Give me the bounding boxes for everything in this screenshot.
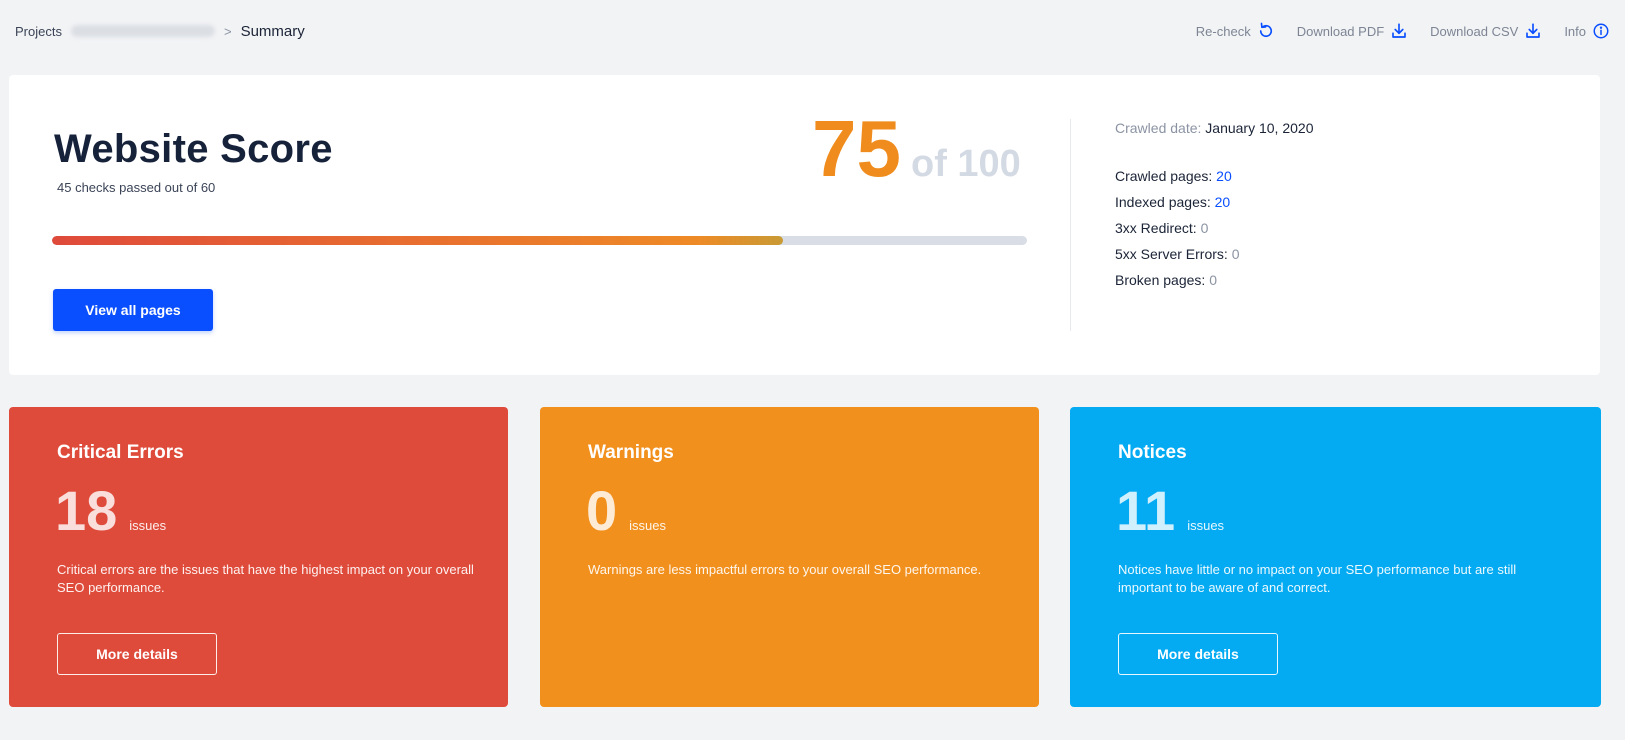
score-title: Website Score bbox=[54, 127, 333, 171]
notices-card: Notices 11 issues Notices have little or… bbox=[1070, 407, 1601, 707]
stat-label: Indexed pages: bbox=[1115, 194, 1211, 210]
issue-description: Critical errors are the issues that have… bbox=[57, 562, 474, 595]
info-icon bbox=[1593, 23, 1609, 39]
stat-label: Crawled pages: bbox=[1115, 168, 1213, 184]
vertical-divider bbox=[1070, 119, 1071, 331]
crawl-info: Crawled date: January 10, 2020 Crawled p… bbox=[1115, 120, 1313, 298]
info-button[interactable]: Info bbox=[1564, 22, 1610, 40]
issue-title: Warnings bbox=[588, 442, 674, 463]
score-value: 75 bbox=[812, 104, 901, 193]
score-display: 75 of 100 bbox=[812, 109, 1021, 189]
score-progress-fill bbox=[52, 236, 784, 245]
issue-unit: issues bbox=[1187, 518, 1225, 533]
issue-unit: issues bbox=[629, 518, 667, 533]
download-csv-button[interactable]: Download CSV bbox=[1430, 22, 1542, 40]
refresh-icon bbox=[1259, 22, 1272, 38]
download-icon bbox=[1392, 23, 1406, 38]
issue-count-display: 18 issues bbox=[55, 483, 166, 539]
top-bar: Projects > Summary Re-check Download PDF… bbox=[0, 0, 1625, 62]
score-max: of 100 bbox=[910, 143, 1021, 185]
toolbar-actions: Re-check Download PDF Download CSV Info bbox=[1196, 22, 1610, 40]
stat-value-link[interactable]: 20 bbox=[1215, 194, 1231, 210]
view-all-pages-button[interactable]: View all pages bbox=[53, 289, 213, 331]
download-pdf-button[interactable]: Download PDF bbox=[1297, 22, 1408, 40]
crawled-date-value: January 10, 2020 bbox=[1205, 120, 1314, 136]
breadcrumb: Projects > Summary bbox=[15, 23, 305, 40]
stat-5xx-server-errors: 5xx Server Errors: 0 bbox=[1115, 246, 1313, 262]
download-pdf-label: Download PDF bbox=[1296, 23, 1385, 39]
issue-unit: issues bbox=[129, 518, 167, 533]
breadcrumb-projects[interactable]: Projects bbox=[15, 24, 62, 39]
recheck-label: Re-check bbox=[1195, 23, 1251, 39]
issue-count-display: 11 issues bbox=[1116, 483, 1224, 539]
score-progress-bar bbox=[52, 236, 1027, 245]
crawled-date: Crawled date: January 10, 2020 bbox=[1115, 120, 1313, 136]
issue-count: 11 bbox=[1116, 479, 1176, 542]
download-csv-label: Download CSV bbox=[1430, 23, 1519, 39]
issue-count-display: 0 issues bbox=[586, 483, 666, 539]
issue-count: 0 bbox=[586, 479, 618, 542]
download-icon bbox=[1526, 23, 1541, 38]
issue-description: Notices have little or no impact on your… bbox=[1118, 562, 1517, 595]
stat-broken-pages: Broken pages: 0 bbox=[1115, 272, 1313, 288]
stat-value: 0 bbox=[1209, 272, 1217, 288]
issue-title: Notices bbox=[1118, 442, 1187, 463]
breadcrumb-project-blurred[interactable] bbox=[70, 25, 215, 37]
info-label: Info bbox=[1564, 23, 1586, 39]
warnings-card: Warnings 0 issues Warnings are less impa… bbox=[540, 407, 1039, 707]
score-subtitle: 45 checks passed out of 60 bbox=[57, 180, 216, 195]
issue-count: 18 bbox=[55, 479, 118, 542]
stat-3xx-redirect: 3xx Redirect: 0 bbox=[1115, 220, 1313, 236]
stat-value: 0 bbox=[1231, 246, 1240, 262]
critical-errors-card: Critical Errors 18 issues Critical error… bbox=[9, 407, 508, 707]
breadcrumb-separator: > bbox=[223, 23, 232, 39]
stat-label: Broken pages: bbox=[1115, 272, 1206, 288]
issue-description: Warnings are less impactful errors to yo… bbox=[588, 562, 982, 577]
more-details-button[interactable]: More details bbox=[1118, 633, 1278, 675]
stat-indexed-pages: Indexed pages: 20 bbox=[1115, 194, 1313, 210]
more-details-button[interactable]: More details bbox=[57, 633, 217, 675]
stat-value: 0 bbox=[1200, 220, 1209, 236]
stat-label: 5xx Server Errors: bbox=[1115, 246, 1228, 262]
breadcrumb-current: Summary bbox=[240, 22, 305, 40]
issue-title: Critical Errors bbox=[57, 442, 184, 463]
website-score-card: Website Score 45 checks passed out of 60… bbox=[9, 75, 1600, 375]
stat-value-link[interactable]: 20 bbox=[1216, 168, 1232, 184]
stat-label: 3xx Redirect: bbox=[1115, 220, 1197, 236]
crawled-date-label: Crawled date: bbox=[1115, 120, 1202, 136]
stat-crawled-pages: Crawled pages: 20 bbox=[1115, 168, 1313, 184]
recheck-button[interactable]: Re-check bbox=[1196, 22, 1275, 40]
